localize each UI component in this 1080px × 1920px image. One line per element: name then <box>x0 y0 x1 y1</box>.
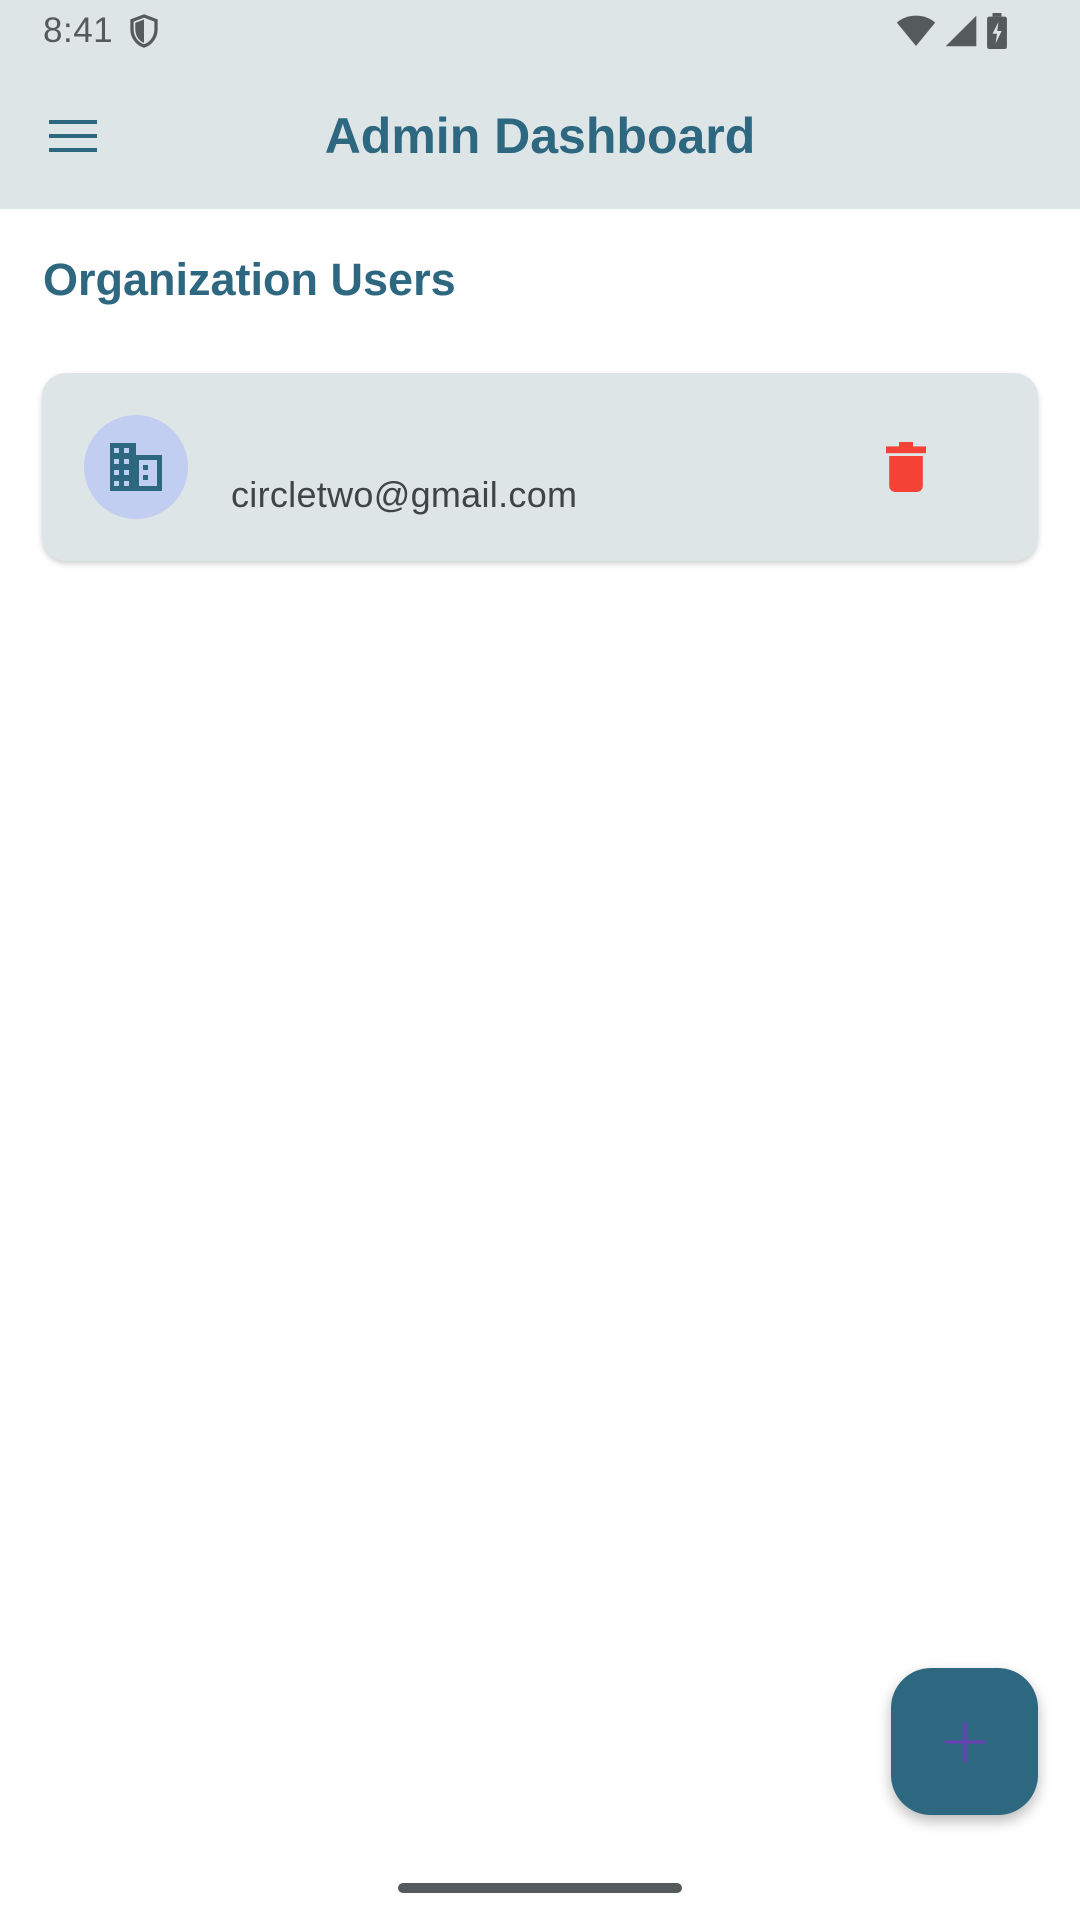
page-title: Admin Dashboard <box>324 107 756 164</box>
add-user-button[interactable] <box>891 1668 1038 1815</box>
status-icons <box>896 12 1008 50</box>
user-list-item[interactable]: circletwo@gmail.com <box>42 373 1038 561</box>
status-time: 8:41 <box>43 11 114 50</box>
avatar <box>84 415 188 519</box>
user-email: circletwo@gmail.com <box>231 474 578 515</box>
wifi-icon <box>896 15 936 46</box>
building-icon <box>110 443 162 491</box>
shield-icon <box>130 14 158 48</box>
menu-icon <box>49 120 97 152</box>
section-title: Organization Users <box>43 254 456 305</box>
status-bar: 8:41 <box>0 0 1080 62</box>
battery-charging-icon <box>987 13 1007 49</box>
home-indicator[interactable] <box>398 1883 682 1893</box>
menu-button[interactable] <box>28 98 118 174</box>
signal-icon <box>945 15 977 47</box>
app-bar: Admin Dashboard <box>0 62 1080 209</box>
delete-user-button[interactable] <box>862 423 950 511</box>
delete-icon <box>886 442 926 492</box>
add-icon <box>944 1721 985 1762</box>
